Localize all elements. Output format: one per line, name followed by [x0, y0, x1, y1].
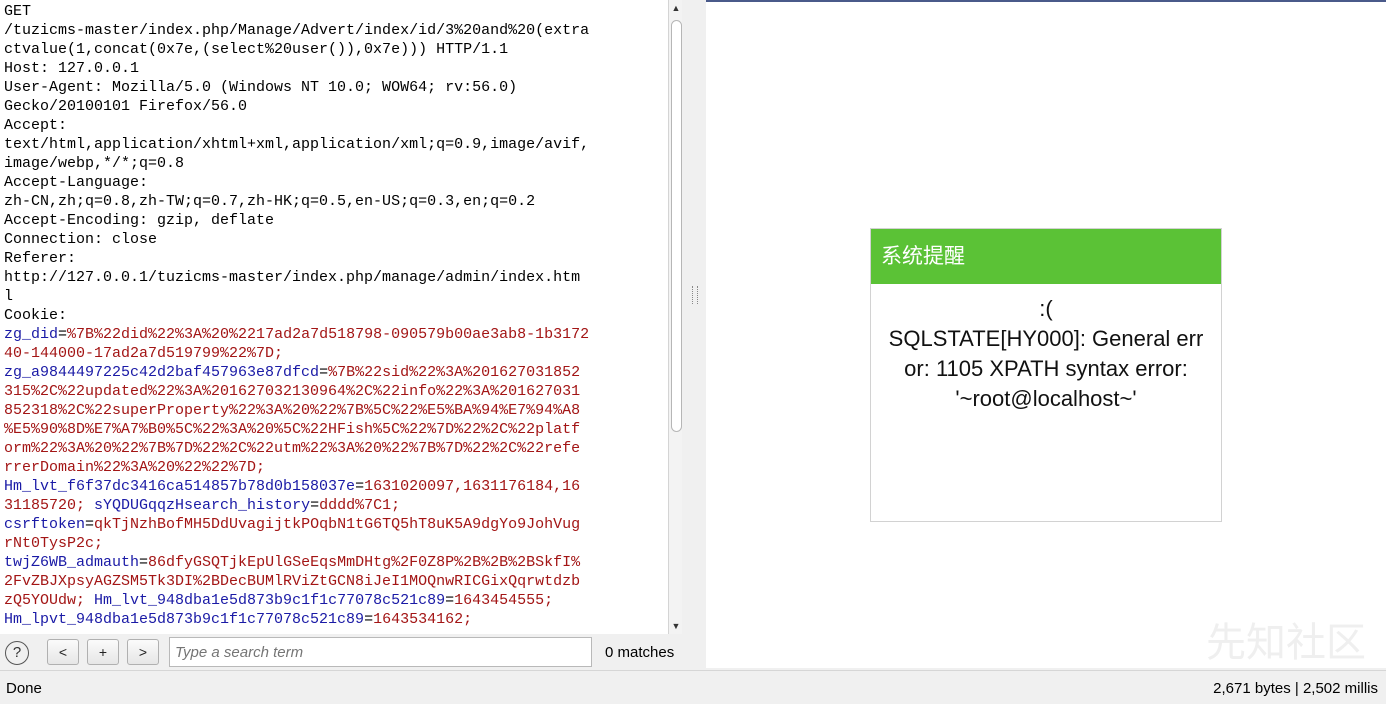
cookie-value: %E5%90%8D%E7%A7%B0%5C%22%3A%20%5C%22HFis… — [4, 421, 581, 438]
cookie-value: 2FvZBJXpsyAGZSM5Tk3DI%2BDecBUMlRViZtGCN8… — [4, 573, 581, 590]
search-bar: ? < + > 0 matches — [0, 634, 682, 670]
cookie-separator: = — [310, 497, 320, 514]
cookie-value: dddd%7C1; — [319, 497, 401, 514]
request-line: Cookie: — [4, 307, 68, 324]
request-line: Host: 127.0.0.1 — [4, 60, 140, 77]
cookie-line: twjZ6WB_admauth=86dfyGSQTjkEpUlGSeEqsMmD… — [4, 553, 668, 572]
response-stats: 2,671 bytes | 2,502 millis — [1213, 680, 1378, 697]
cookie-line: rNt0TysP2c; — [4, 534, 668, 553]
splitter-grip-icon[interactable] — [692, 286, 698, 304]
cookie-line: csrftoken=qkTjNzhBofMH5DdUvagijtkPOqbN1t… — [4, 515, 668, 534]
cookie-line: 40-144000-17ad2a7d519799%22%7D; — [4, 344, 668, 363]
cookie-name: Hm_lpvt_948dba1e5d873b9c1f1c77078c521c89 — [4, 611, 365, 628]
search-options-button[interactable]: + — [87, 639, 119, 665]
request-line: Accept-Language: — [4, 174, 149, 191]
cookie-line: 315%2C%22updated%22%3A%201627032130964%2… — [4, 382, 668, 401]
cookie-name: csrftoken — [4, 516, 86, 533]
request-line: zh-CN,zh;q=0.8,zh-TW;q=0.7,zh-HK;q=0.5,e… — [4, 193, 536, 210]
cookie-name: zg_a9844497225c42d2baf457963e87dfcd — [4, 364, 320, 381]
response-render-pane: 系统提醒 :( SQLSTATE[HY000]: General err or:… — [706, 0, 1386, 668]
status-bar: Done 2,671 bytes | 2,502 millis — [0, 670, 1386, 704]
cookie-value: orm%22%3A%20%22%7B%7D%22%2C%22utm%22%3A%… — [4, 440, 581, 457]
search-input[interactable] — [169, 637, 592, 667]
dialog-message: :( SQLSTATE[HY000]: General err or: 1105… — [871, 284, 1221, 414]
dialog-message-line: :( — [1039, 296, 1053, 321]
pane-splitter[interactable] — [682, 0, 706, 668]
scroll-down-arrow-icon[interactable]: ▼ — [669, 618, 683, 634]
cookie-value: 1631020097,1631176184,16 — [364, 478, 581, 495]
request-line: Accept-Encoding: gzip, deflate — [4, 212, 275, 229]
cookie-value: qkTjNzhBofMH5DdUvagijtkPOqbN1tG6TQ5hT8uK… — [94, 516, 581, 533]
cookie-separator: = — [364, 611, 374, 628]
scroll-up-arrow-icon[interactable]: ▲ — [669, 0, 683, 16]
cookie-value: 1643454555; — [454, 592, 554, 609]
cookie-value: %7B%22sid%22%3A%201627031852 — [328, 364, 581, 381]
cookie-name: Hm_lvt_948dba1e5d873b9c1f1c77078c521c89 — [94, 592, 446, 609]
request-line: text/html,application/xhtml+xml,applicat… — [4, 136, 590, 153]
cookie-separator — [85, 497, 94, 514]
error-dialog: 系统提醒 :( SQLSTATE[HY000]: General err or:… — [870, 228, 1222, 522]
cookie-value: %7B%22did%22%3A%20%2217ad2a7d518798-0905… — [67, 326, 590, 343]
request-line: Connection: close — [4, 231, 158, 248]
scroll-thumb[interactable] — [671, 20, 682, 432]
request-line: ctvalue(1,concat(0x7e,(select%20user()),… — [4, 41, 509, 58]
cookie-separator: = — [355, 478, 365, 495]
request-scrollbar[interactable]: ▲ ▼ — [668, 0, 683, 634]
cookie-line: zg_did=%7B%22did%22%3A%20%2217ad2a7d5187… — [4, 325, 668, 344]
status-text: Done — [6, 680, 42, 697]
cookie-line: zg_a9844497225c42d2baf457963e87dfcd=%7B%… — [4, 363, 668, 382]
dialog-title: 系统提醒 — [871, 229, 1221, 284]
request-line: http://127.0.0.1/tuzicms-master/index.ph… — [4, 269, 581, 286]
request-line: Accept: — [4, 117, 68, 134]
cookie-value: 86dfyGSQTjkEpUlGSeEqsMmDHtg%2F0Z8P%2B%2B… — [148, 554, 581, 571]
cookie-line: 852318%2C%22superProperty%22%3A%20%22%7B… — [4, 401, 668, 420]
cookie-value: 40-144000-17ad2a7d519799%22%7D; — [4, 345, 284, 362]
watermark-logo: 先知社区 — [1206, 620, 1366, 666]
cookie-value: 852318%2C%22superProperty%22%3A%20%22%7B… — [4, 402, 581, 419]
previous-match-button[interactable]: < — [47, 639, 79, 665]
cookie-line: orm%22%3A%20%22%7B%7D%22%2C%22utm%22%3A%… — [4, 439, 668, 458]
cookie-value: 315%2C%22updated%22%3A%201627032130964%2… — [4, 383, 581, 400]
cookie-separator: = — [85, 516, 95, 533]
cookie-name: zg_did — [4, 326, 59, 343]
request-line: GET — [4, 3, 32, 20]
cookie-value: rrerDomain%22%3A%20%22%22%7D; — [4, 459, 266, 476]
cookie-separator: = — [58, 326, 68, 343]
cookie-value: 1643534162; — [373, 611, 473, 628]
request-editor[interactable]: GET/tuzicms-master/index.php/Manage/Adve… — [0, 0, 669, 634]
cookie-name: sYQDUGqqzHsearch_history — [94, 497, 311, 514]
request-line: /tuzicms-master/index.php/Manage/Advert/… — [4, 22, 590, 39]
dialog-message-line: SQLSTATE[HY000]: General err — [888, 326, 1204, 351]
cookie-separator: = — [445, 592, 455, 609]
dialog-message-line: '~root@localhost~' — [955, 386, 1137, 411]
help-button[interactable]: ? — [5, 641, 29, 665]
request-line: Referer: — [4, 250, 77, 267]
match-count: 0 matches — [605, 644, 675, 661]
cookie-line: Hm_lpvt_948dba1e5d873b9c1f1c77078c521c89… — [4, 610, 668, 629]
cookie-separator — [85, 592, 94, 609]
cookie-separator: = — [319, 364, 329, 381]
cookie-line: 2FvZBJXpsyAGZSM5Tk3DI%2BDecBUMlRViZtGCN8… — [4, 572, 668, 591]
cookie-separator: = — [139, 554, 149, 571]
cookie-name: twjZ6WB_admauth — [4, 554, 140, 571]
cookie-line: %E5%90%8D%E7%A7%B0%5C%22%3A%20%5C%22HFis… — [4, 420, 668, 439]
cookie-line: rrerDomain%22%3A%20%22%22%7D; — [4, 458, 668, 477]
cookie-line: zQ5YOUdw; Hm_lvt_948dba1e5d873b9c1f1c770… — [4, 591, 668, 610]
request-text[interactable]: GET/tuzicms-master/index.php/Manage/Adve… — [0, 0, 668, 629]
next-match-button[interactable]: > — [127, 639, 159, 665]
cookie-value: 31185720; — [4, 497, 86, 514]
request-line: image/webp,*/*;q=0.8 — [4, 155, 185, 172]
cookie-value: zQ5YOUdw; — [4, 592, 86, 609]
request-line: Gecko/20100101 Firefox/56.0 — [4, 98, 248, 115]
cookie-line: Hm_lvt_f6f37dc3416ca514857b78d0b158037e=… — [4, 477, 668, 496]
dialog-message-line: or: 1105 XPATH syntax error: — [904, 356, 1188, 381]
cookie-value: rNt0TysP2c; — [4, 535, 104, 552]
cookie-name: Hm_lvt_f6f37dc3416ca514857b78d0b158037e — [4, 478, 356, 495]
request-line: l — [4, 288, 14, 305]
request-line: User-Agent: Mozilla/5.0 (Windows NT 10.0… — [4, 79, 518, 96]
cookie-line: 31185720; sYQDUGqqzHsearch_history=dddd%… — [4, 496, 668, 515]
